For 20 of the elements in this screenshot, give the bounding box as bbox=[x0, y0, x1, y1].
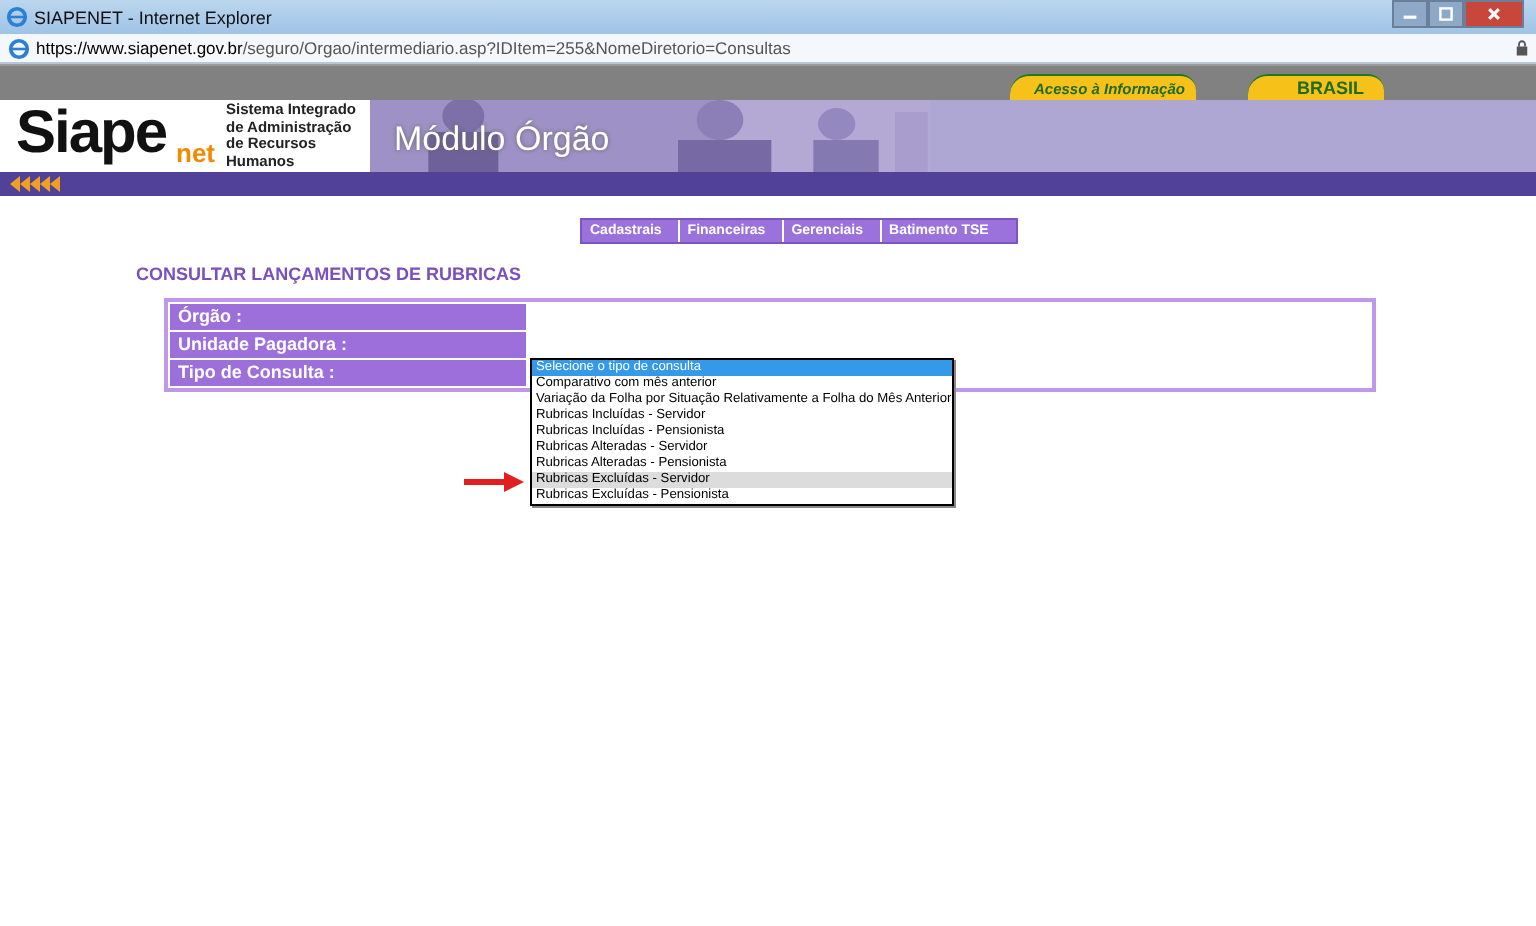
maximize-icon bbox=[1438, 6, 1454, 22]
minimize-button[interactable] bbox=[1392, 0, 1428, 28]
field-label: Órgão : bbox=[170, 304, 526, 330]
browser-logo-icon bbox=[8, 37, 30, 59]
logo-text: Siape bbox=[16, 100, 167, 168]
header-link[interactable]: BRASIL bbox=[1248, 74, 1384, 100]
logo-subtext: net bbox=[176, 140, 215, 168]
browser-logo-icon bbox=[6, 6, 28, 28]
field-label: Unidade Pagadora : bbox=[170, 332, 526, 358]
lock-icon bbox=[1516, 40, 1528, 56]
module-title: Módulo Órgão bbox=[394, 120, 610, 160]
maximize-button[interactable] bbox=[1428, 0, 1464, 28]
close-button[interactable] bbox=[1464, 0, 1524, 28]
arrow-icon bbox=[464, 472, 524, 492]
close-icon bbox=[1486, 6, 1502, 22]
field-label: Tipo de Consulta : bbox=[170, 360, 526, 386]
dropdown-list[interactable] bbox=[530, 358, 954, 506]
page-heading: CONSULTAR LANÇAMENTOS DE RUBRICAS bbox=[136, 264, 523, 284]
address-field[interactable]: https://www.siapenet.gov.br/seguro/Orgao/intermediario.asp?IDItem=255&NomeDiretorio=Consultas bbox=[0, 34, 1536, 64]
window-title: SIAPENET - Internet Explorer bbox=[34, 7, 272, 27]
